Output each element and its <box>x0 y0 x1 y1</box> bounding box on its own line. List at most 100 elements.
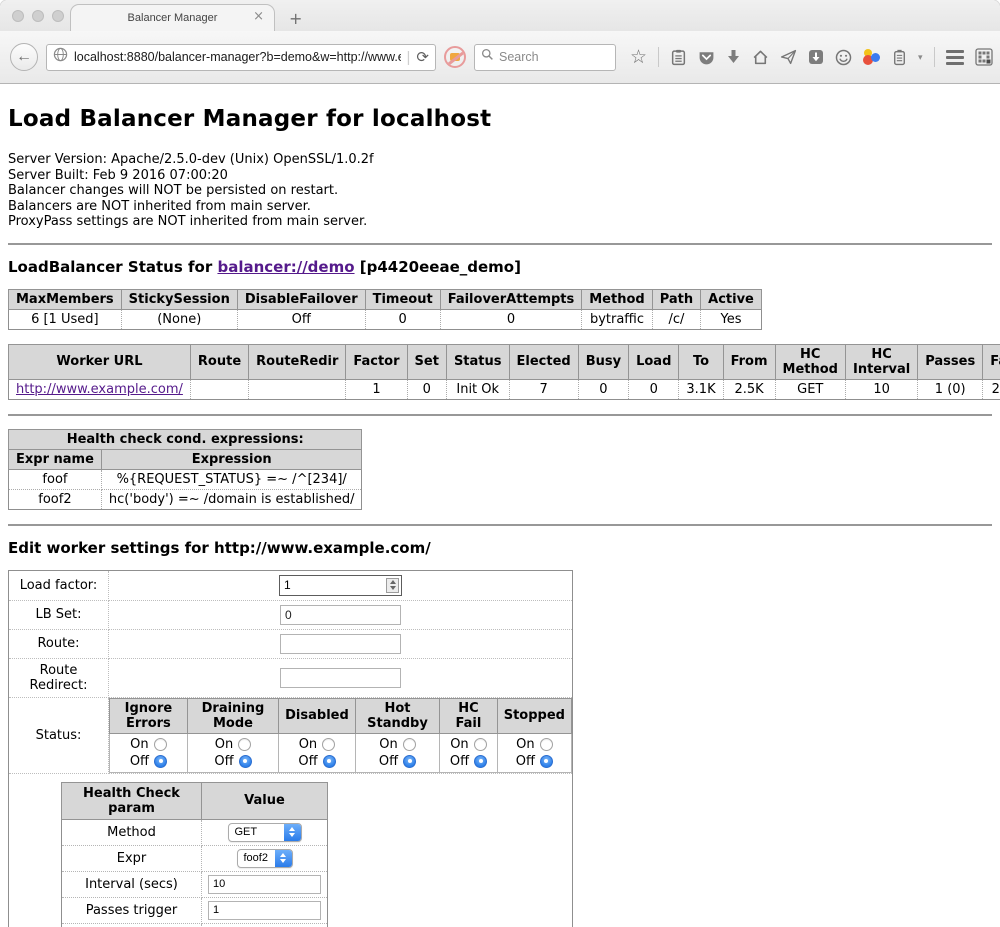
col-method: Method <box>582 289 652 309</box>
health-check-table: Health Check param Value Method GET <box>61 782 328 927</box>
globe-icon <box>53 47 68 67</box>
lb-set-row: LB Set: <box>9 600 573 629</box>
back-button[interactable]: ← <box>10 43 38 71</box>
browser-window: Balancer Manager × + ← | ⟳ ☆ <box>0 0 1000 927</box>
hc-fail-on-radio[interactable] <box>474 738 487 751</box>
feedback-smiley-icon[interactable] <box>835 49 852 66</box>
balancer-status-heading: LoadBalancer Status for balancer://demo … <box>8 258 992 276</box>
hc-passes-input[interactable] <box>208 901 321 920</box>
apps-grid-icon[interactable] <box>975 48 993 66</box>
off-label: Off <box>298 753 317 770</box>
extension-download-icon[interactable] <box>808 49 824 65</box>
col-busy: Busy <box>578 344 628 379</box>
number-spinner-icon[interactable] <box>386 578 399 593</box>
hc-fail-off-radio[interactable] <box>474 755 487 768</box>
disabled-off-radio[interactable] <box>323 755 336 768</box>
balancer-params-row: 6 [1 Used] (None) Off 0 0 bytraffic /c/ … <box>9 309 762 329</box>
edit-worker-heading: Edit worker settings for http://www.exam… <box>8 539 992 557</box>
col-ignore-errors: Ignore Errors <box>110 698 188 733</box>
ignore-errors-off-radio[interactable] <box>154 755 167 768</box>
url-input[interactable] <box>74 50 401 64</box>
on-label: On <box>299 736 317 753</box>
search-bar[interactable] <box>474 44 616 71</box>
menu-icon[interactable] <box>946 50 964 65</box>
hc-method-row: Method GET <box>62 819 328 845</box>
load-factor-input[interactable] <box>279 575 402 596</box>
hot-standby-radios: On Off <box>355 733 439 772</box>
browser-titlebar: Balancer Manager × + <box>0 0 1000 31</box>
new-tab-button[interactable]: + <box>289 11 302 27</box>
col-hc-value: Value <box>202 782 328 819</box>
col-timeout: Timeout <box>365 289 440 309</box>
downloads-icon[interactable] <box>726 49 741 65</box>
balancer-link[interactable]: balancer://demo <box>217 258 354 276</box>
status-label: Status: <box>9 697 109 773</box>
reading-list-icon[interactable] <box>670 49 687 66</box>
expression-row: foof2 hc('body') =~ /domain is establish… <box>9 489 362 509</box>
on-label: On <box>379 736 397 753</box>
route-redirect-label: Route Redirect: <box>9 658 109 697</box>
hc-method-select[interactable]: GET <box>228 823 302 842</box>
stopped-radios: On Off <box>497 733 571 772</box>
hc-fail-radios: On Off <box>440 733 498 772</box>
expressions-title: Health check cond. expressions: <box>9 429 362 449</box>
lb-set-input[interactable] <box>280 605 401 625</box>
col-hc-method: HC Method <box>775 344 845 379</box>
route-redirect-row: Route Redirect: <box>9 658 573 697</box>
send-icon[interactable] <box>780 49 797 65</box>
col-fails: Fails <box>983 344 1000 379</box>
content-blocked-icon[interactable] <box>444 46 466 68</box>
worker-url-link[interactable]: http://www.example.com/ <box>16 382 183 397</box>
window-zoom-button[interactable] <box>52 10 64 22</box>
route-input[interactable] <box>280 634 401 654</box>
col-hc-param: Health Check param <box>62 782 202 819</box>
window-close-button[interactable] <box>12 10 24 22</box>
disabled-on-radio[interactable] <box>322 738 335 751</box>
route-redirect-input[interactable] <box>280 668 401 688</box>
on-label: On <box>450 736 468 753</box>
on-label: On <box>215 736 233 753</box>
ignore-errors-on-radio[interactable] <box>154 738 167 751</box>
ignore-errors-radios: On Off <box>110 733 188 772</box>
col-stopped: Stopped <box>497 698 571 733</box>
col-path: Path <box>652 289 700 309</box>
browser-tab[interactable]: Balancer Manager × <box>70 4 275 31</box>
battery-extension-icon[interactable] <box>892 49 907 66</box>
select-arrows-icon <box>275 849 292 868</box>
url-bar[interactable]: | ⟳ <box>46 44 436 71</box>
proxypass-notice-line: ProxyPass settings are NOT inherited fro… <box>8 214 992 230</box>
url-divider: | <box>407 49 411 66</box>
col-hc-interval: HC Interval <box>845 344 917 379</box>
draining-mode-radios: On Off <box>187 733 278 772</box>
bookmark-star-icon[interactable]: ☆ <box>630 48 647 67</box>
col-passes: Passes <box>918 344 983 379</box>
home-icon[interactable] <box>752 49 769 65</box>
draining-mode-off-radio[interactable] <box>239 755 252 768</box>
off-label: Off <box>214 753 233 770</box>
hc-expr-select[interactable]: foof2 <box>237 849 293 868</box>
server-version-line: Server Version: Apache/2.5.0-dev (Unix) … <box>8 152 992 168</box>
col-disabled: Disabled <box>279 698 356 733</box>
pocket-icon[interactable] <box>698 49 715 66</box>
col-set: Set <box>407 344 446 379</box>
draining-mode-on-radio[interactable] <box>238 738 251 751</box>
hot-standby-on-radio[interactable] <box>403 738 416 751</box>
hot-standby-off-radio[interactable] <box>403 755 416 768</box>
hc-interval-input[interactable] <box>208 875 321 894</box>
route-row: Route: <box>9 629 573 658</box>
reload-icon[interactable]: ⟳ <box>416 48 429 66</box>
worker-row: http://www.example.com/ 1 0 Init Ok 7 0 … <box>9 379 1000 399</box>
stopped-on-radio[interactable] <box>540 738 553 751</box>
tab-title: Balancer Manager <box>128 12 218 24</box>
chevron-down-icon[interactable]: ▾ <box>918 52 923 63</box>
col-stickysession: StickySession <box>121 289 237 309</box>
on-label: On <box>516 736 534 753</box>
on-label: On <box>130 736 148 753</box>
col-route: Route <box>190 344 248 379</box>
search-input[interactable] <box>499 50 599 64</box>
colorful-extension-icon[interactable] <box>863 49 881 65</box>
tab-close-icon[interactable]: × <box>253 10 264 23</box>
stopped-off-radio[interactable] <box>540 755 553 768</box>
browser-navbar: ← | ⟳ ☆ <box>0 31 1000 84</box>
window-minimize-button[interactable] <box>32 10 44 22</box>
